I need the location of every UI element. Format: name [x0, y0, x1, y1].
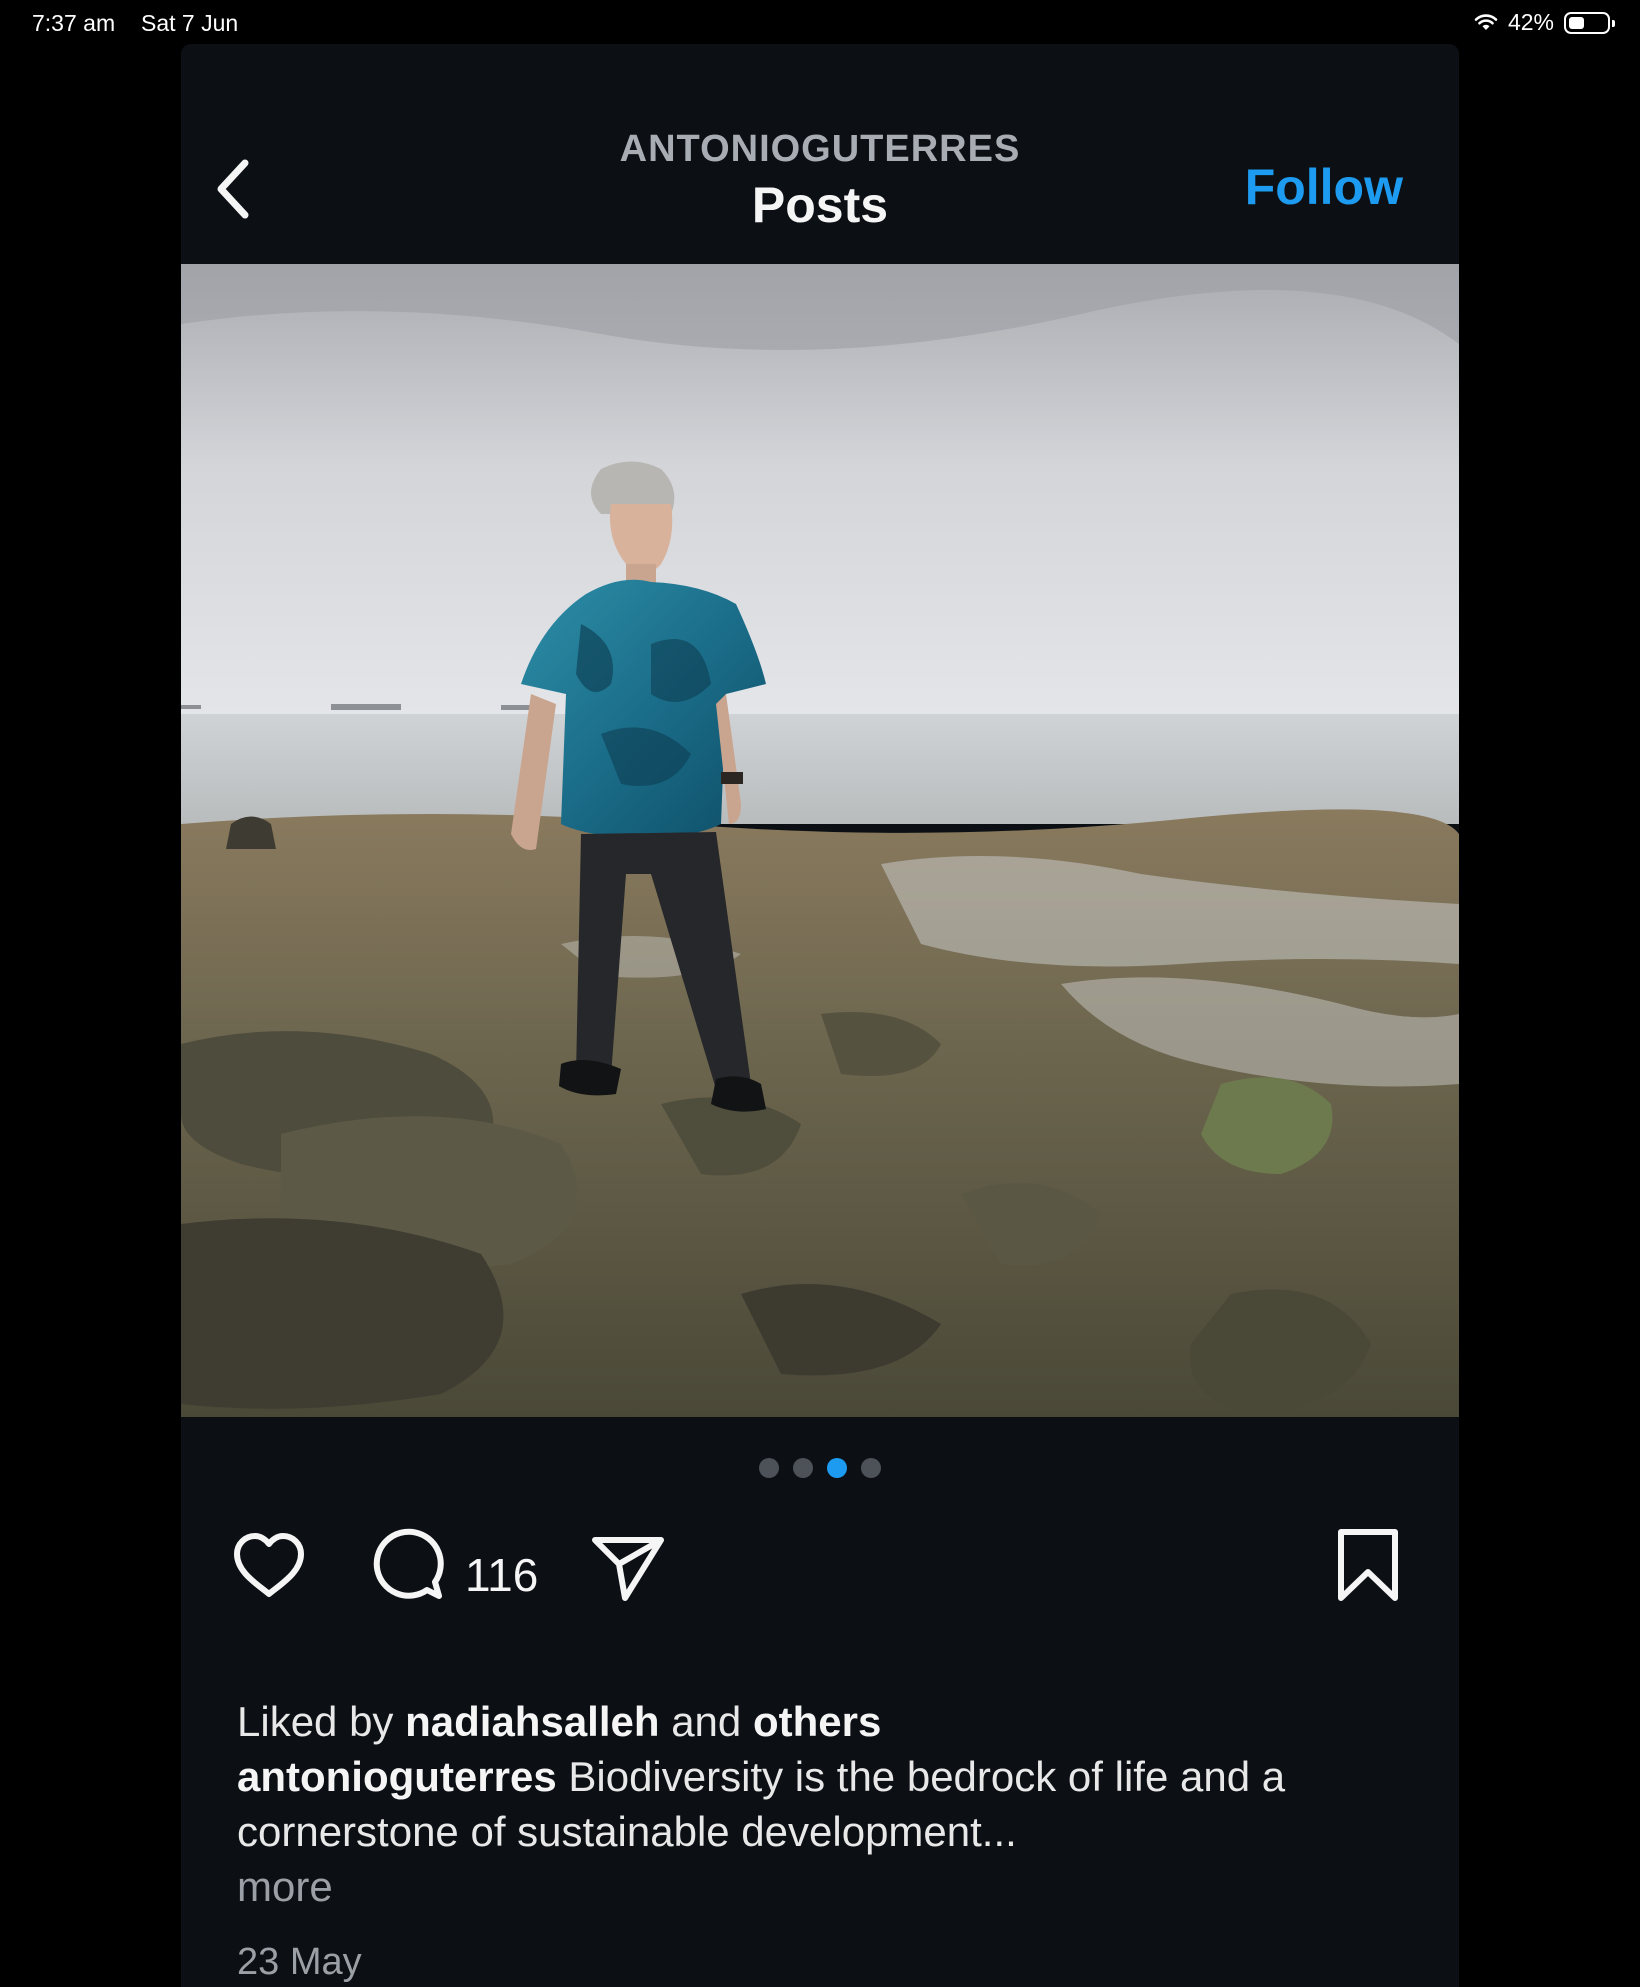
status-time: 7:37 am [32, 10, 116, 36]
post-date: 23 May [237, 1941, 362, 1983]
liked-by-prefix: Liked by [237, 1698, 394, 1745]
post-image[interactable] [181, 264, 1459, 1417]
caption: antonioguterres Biodiversity is the bedr… [237, 1749, 1377, 1914]
battery-icon [1564, 11, 1615, 34]
carousel-dot [861, 1458, 881, 1478]
bookmark-icon [1338, 1529, 1398, 1601]
liked-by-connector: and [671, 1698, 742, 1745]
comment-icon [373, 1528, 444, 1599]
liked-by-line: Liked by nadiahsalleh and others [237, 1694, 1377, 1749]
post-photo [181, 264, 1459, 1417]
carousel-dots [181, 1458, 1459, 1478]
caption-username[interactable]: antonioguterres [237, 1753, 557, 1800]
save-button[interactable] [1333, 1526, 1403, 1611]
carousel-dot-active [827, 1458, 847, 1478]
status-date: Sat 7 Jun [141, 10, 239, 36]
caption-block: Liked by nadiahsalleh and others antonio… [237, 1694, 1377, 1914]
follow-button[interactable]: Follow [1245, 158, 1403, 216]
status-right: 42% [1474, 9, 1615, 36]
wifi-icon [1474, 13, 1498, 32]
comment-count: 116 [465, 1549, 539, 1601]
action-bar: 116 [181, 1524, 1459, 1614]
like-button[interactable] [227, 1524, 311, 1613]
heart-icon [234, 1533, 304, 1597]
comment-button[interactable] [367, 1524, 451, 1613]
liked-by-others[interactable]: others [753, 1698, 881, 1745]
share-button[interactable] [585, 1526, 669, 1615]
more-link[interactable]: more [237, 1859, 1377, 1914]
liked-by-user[interactable]: nadiahsalleh [405, 1698, 659, 1745]
header: ANTONIOGUTERRES Posts Follow [181, 44, 1459, 264]
carousel-dot [793, 1458, 813, 1478]
status-bar: 7:37 am Sat 7 Jun 42% [0, 0, 1640, 44]
send-icon [592, 1537, 664, 1601]
battery-percent: 42% [1507, 9, 1554, 35]
post-viewer: ANTONIOGUTERRES Posts Follow 116 Liked b… [181, 44, 1459, 1987]
carousel-dot [759, 1458, 779, 1478]
